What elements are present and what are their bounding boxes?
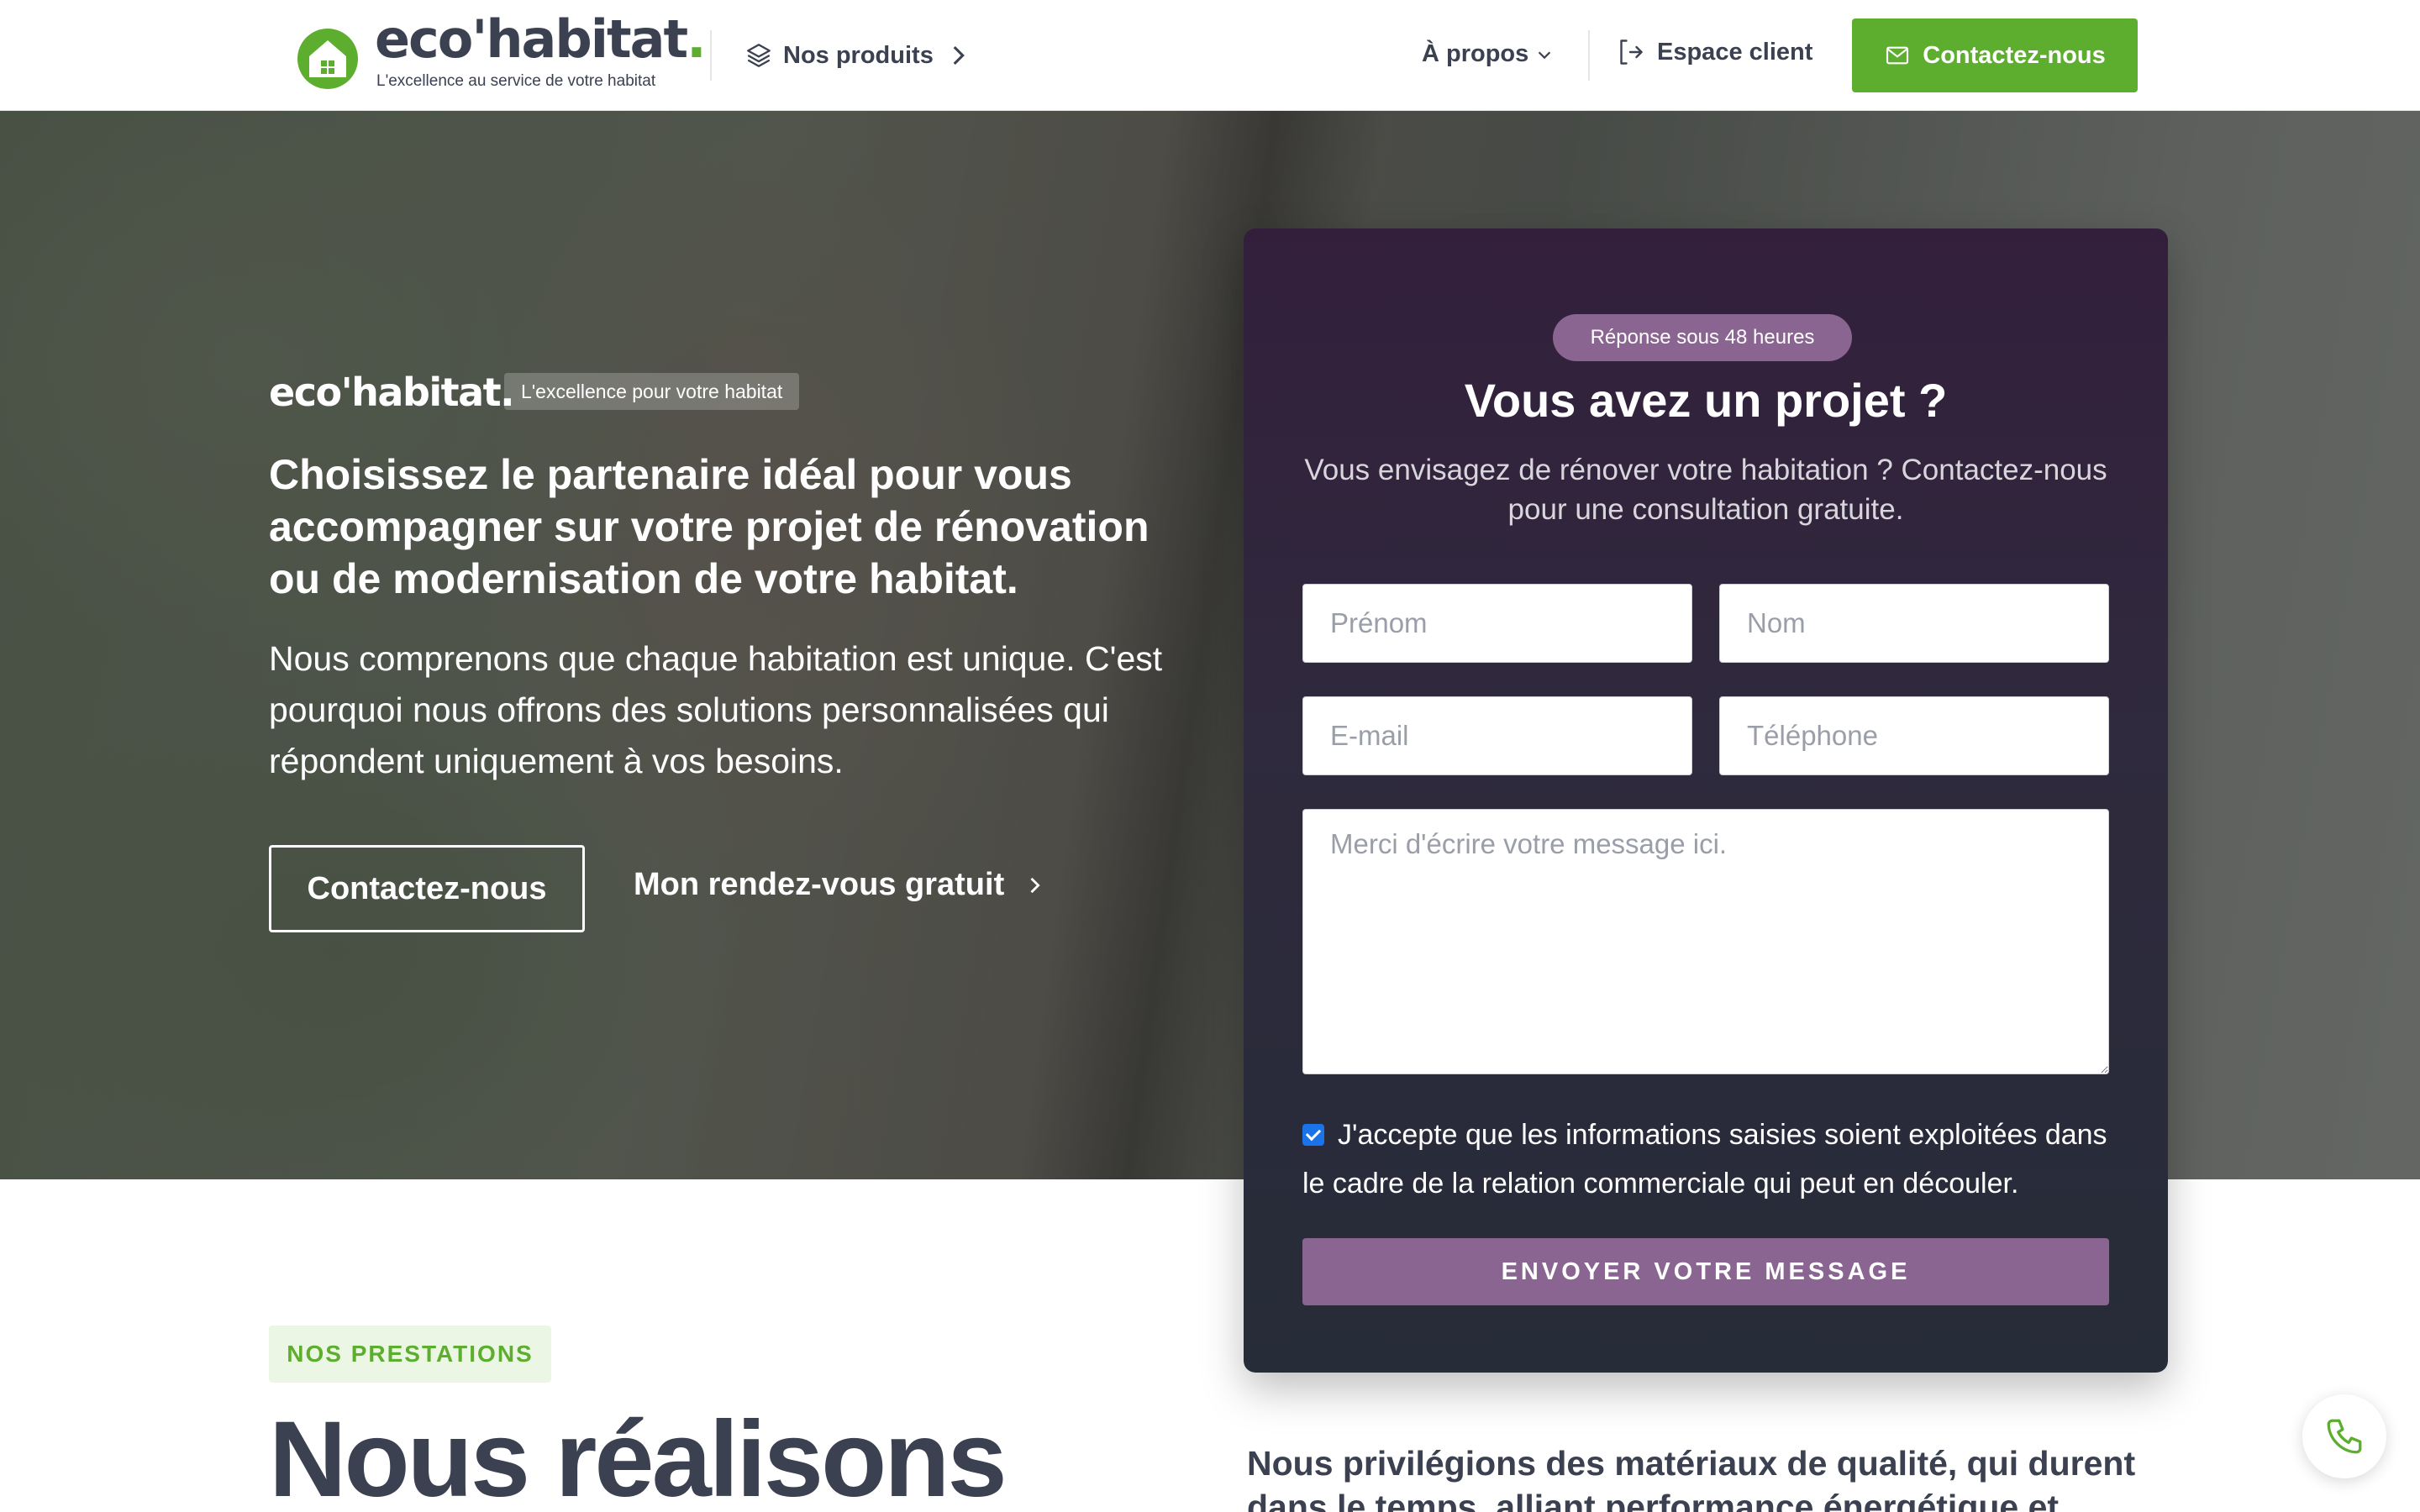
prestations-tag: NOS PRESTATIONS [269, 1326, 551, 1383]
consent-row: J'accepte que les informations saisies s… [1302, 1110, 2109, 1208]
hero-headline: Choisissez le partenaire idéal pour vous… [269, 451, 1150, 602]
layers-icon [747, 44, 771, 67]
chevron-right-icon [1030, 877, 1040, 893]
email-field[interactable] [1302, 696, 1692, 775]
floating-call-button[interactable] [2302, 1394, 2386, 1478]
hero-paragraph: Nous comprenons que chaque habitation es… [269, 639, 1163, 780]
response-time-pill: Réponse sous 48 heures [1553, 314, 1852, 361]
form-subtitle: Vous envisagez de rénover votre habitati… [1304, 454, 2107, 526]
hero-appointment-link[interactable]: Mon rendez-vous gratuit [634, 867, 1046, 903]
phone-icon [2327, 1419, 2362, 1454]
mail-icon [1886, 46, 1909, 65]
site-header: eco'habitat. L'excellence au service de … [0, 0, 2420, 111]
hero-contact-button[interactable]: Contactez-nous [269, 845, 585, 932]
nav-client-area[interactable]: Espace client [1615, 37, 1812, 67]
prestations-text: Nous privilégions des matériaux de quali… [1247, 1444, 2136, 1512]
nav-client-label: Espace client [1657, 38, 1813, 66]
contact-form-card: Réponse sous 48 heures Vous avez un proj… [1244, 228, 2168, 1373]
header-divider [1588, 30, 1590, 81]
lastname-field[interactable] [1719, 584, 2109, 663]
form-title: Vous avez un projet ? [1464, 374, 1948, 427]
header-divider [710, 30, 712, 81]
header-contact-button[interactable]: Contactez-nous [1852, 18, 2138, 92]
message-field[interactable] [1302, 809, 2109, 1074]
logo-wordmark[interactable]: eco'habitat. [375, 13, 707, 66]
hero-badge: L'excellence pour votre habitat [504, 373, 800, 410]
hero-appointment-label: Mon rendez-vous gratuit [634, 867, 1005, 902]
sign-in-icon [1620, 39, 1643, 65]
logo-dot: . [687, 8, 707, 70]
firstname-field[interactable] [1302, 584, 1692, 663]
submit-button[interactable]: ENVOYER VOTRE MESSAGE [1302, 1238, 2109, 1305]
house-logo-icon[interactable] [294, 22, 361, 89]
nav-products[interactable]: Nos produits [744, 37, 972, 74]
logo-tagline: L'excellence au service de votre habitat [376, 72, 656, 90]
logo-text: eco'habitat [375, 8, 688, 70]
nav-about[interactable]: À propos [1422, 40, 1554, 68]
chevron-down-icon [1539, 50, 1551, 59]
consent-label: J'accepte que les informations saisies s… [1302, 1119, 2107, 1200]
consent-checkbox[interactable] [1302, 1124, 1324, 1146]
hero-brand: eco'habitat. [269, 370, 515, 415]
chevron-right-icon [953, 45, 965, 66]
prestations-title: Nous réalisons [269, 1399, 1007, 1512]
header-contact-label: Contactez-nous [1923, 41, 2106, 69]
nav-products-label: Nos produits [783, 41, 934, 69]
nav-about-label: À propos [1422, 40, 1529, 67]
phone-field[interactable] [1719, 696, 2109, 775]
